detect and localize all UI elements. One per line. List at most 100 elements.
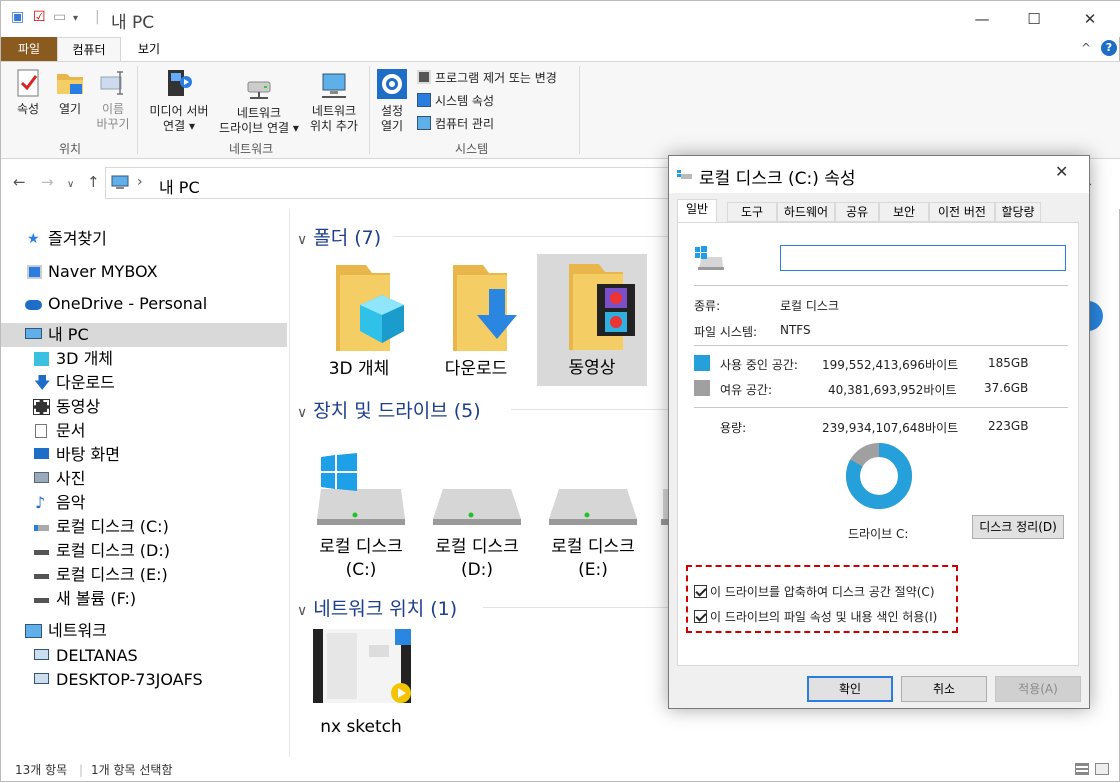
folder-downloads[interactable]: 다운로드 bbox=[421, 255, 531, 385]
nav-item-desktop[interactable]: 바탕 화면 bbox=[1, 443, 287, 467]
type-label: 종류: bbox=[694, 299, 721, 313]
drive-c[interactable]: 로컬 디스크 (C:) bbox=[306, 453, 416, 582]
computer-icon bbox=[111, 175, 129, 189]
pane-splitter[interactable] bbox=[289, 209, 290, 757]
map-network-drive-button[interactable]: 네트워크 드라이브 연결 ▾ bbox=[215, 78, 303, 136]
system-properties-label: 시스템 속성 bbox=[435, 94, 495, 108]
dialog-tab-sharing[interactable]: 공유 bbox=[835, 202, 879, 222]
drive-icon bbox=[34, 574, 49, 579]
rename-button[interactable]: 이름 바꾸기 bbox=[91, 68, 135, 132]
picture-icon bbox=[34, 472, 49, 483]
tab-computer[interactable]: 컴퓨터 bbox=[57, 37, 121, 62]
drive-letter-label: 드라이브 C: bbox=[848, 527, 909, 541]
nav-item-drive-f[interactable]: 새 볼륨 (F:) bbox=[1, 587, 287, 611]
recent-locations-chevron-icon[interactable]: ∨ bbox=[67, 179, 74, 190]
drives-group-header[interactable]: ∨ 장치 및 드라이브 (5) bbox=[297, 396, 481, 423]
system-properties-icon bbox=[417, 93, 431, 107]
nav-item-3d-objects[interactable]: 3D 개체 bbox=[1, 347, 287, 371]
back-arrow-icon[interactable]: ← bbox=[13, 173, 26, 191]
nav-item-desktop-pc[interactable]: DESKTOP-73JOAFS bbox=[1, 668, 287, 692]
minimize-button[interactable]: — bbox=[959, 1, 1005, 37]
nav-item-deltanas[interactable]: DELTANAS bbox=[1, 644, 287, 668]
checkbox-checked-icon bbox=[694, 585, 707, 598]
computer-icon bbox=[34, 649, 49, 660]
up-arrow-icon[interactable]: ↑ bbox=[87, 173, 100, 191]
help-icon[interactable]: ? bbox=[1101, 40, 1117, 56]
network-item-nx-sketch[interactable]: nx sketch bbox=[305, 627, 417, 739]
star-icon: ★ bbox=[27, 231, 40, 247]
drive-d[interactable]: 로컬 디스크 (D:) bbox=[422, 453, 532, 582]
nav-item-videos[interactable]: 동영상 bbox=[1, 395, 287, 419]
used-space-bytes: 199,552,413,696바이트 bbox=[822, 358, 959, 372]
add-network-location-button[interactable]: 네트워크 위치 추가 bbox=[303, 70, 365, 134]
ok-button[interactable]: 확인 bbox=[807, 676, 893, 702]
dialog-tab-previous-versions[interactable]: 이전 버전 bbox=[929, 202, 995, 222]
maximize-button[interactable]: ☐ bbox=[1011, 1, 1057, 37]
nav-item-this-pc[interactable]: 내 PC bbox=[1, 323, 287, 347]
drive-e[interactable]: 로컬 디스크 (E:) bbox=[538, 453, 648, 582]
compress-drive-checkbox[interactable]: 이 드라이브를 압축하여 디스크 공간 절약(C) bbox=[694, 583, 935, 600]
tab-file[interactable]: 파일 bbox=[1, 37, 57, 62]
tab-view[interactable]: 보기 bbox=[121, 37, 177, 62]
nav-item-drive-d[interactable]: 로컬 디스크 (D:) bbox=[1, 539, 287, 563]
details-view-icon[interactable] bbox=[1075, 763, 1089, 775]
nav-item-onedrive[interactable]: OneDrive - Personal bbox=[1, 292, 287, 316]
free-space-size: 37.6GB bbox=[984, 381, 1029, 395]
properties-button[interactable]: 속성 bbox=[9, 68, 47, 117]
capacity-size: 223GB bbox=[988, 419, 1029, 433]
address-path[interactable]: 내 PC bbox=[159, 174, 200, 198]
drive-name-input[interactable] bbox=[780, 245, 1066, 271]
properties-dialog: 로컬 디스크 (C:) 속성 ✕ 일반 도구 하드웨어 공유 보안 이전 버전 … bbox=[668, 155, 1090, 709]
open-settings-button[interactable]: 설정 열기 bbox=[373, 68, 411, 134]
folder-label: 3D 개체 bbox=[328, 359, 390, 379]
properties-qa-icon[interactable]: ☑ bbox=[33, 9, 46, 25]
dialog-tab-security[interactable]: 보안 bbox=[879, 202, 929, 222]
dialog-tab-tools[interactable]: 도구 bbox=[727, 202, 777, 222]
network-icon bbox=[25, 624, 42, 638]
nav-item-network[interactable]: 네트워크 bbox=[1, 619, 287, 643]
forward-arrow-icon[interactable]: → bbox=[41, 173, 54, 191]
videos-folder-icon bbox=[569, 264, 635, 350]
dialog-close-icon[interactable]: ✕ bbox=[1055, 162, 1068, 181]
folder-open-icon bbox=[57, 74, 83, 94]
computer-management-button[interactable]: 컴퓨터 관리 bbox=[417, 114, 494, 134]
open-label: 열기 bbox=[58, 102, 82, 116]
collapse-ribbon-icon[interactable]: ^ bbox=[1081, 41, 1091, 55]
capacity-label: 용량: bbox=[720, 421, 747, 435]
qa-dropdown-icon[interactable]: ▾ bbox=[73, 13, 78, 24]
nav-item-favorites[interactable]: ★ 즐겨찾기 bbox=[1, 227, 287, 251]
close-button[interactable]: ✕ bbox=[1067, 1, 1113, 37]
nav-item-naver-mybox[interactable]: Naver MYBOX bbox=[1, 260, 287, 284]
video-thumbnail-icon bbox=[313, 629, 411, 703]
dialog-tab-hardware[interactable]: 하드웨어 bbox=[777, 202, 835, 222]
group-divider bbox=[483, 607, 669, 608]
apply-button[interactable]: 적용(A) bbox=[995, 676, 1081, 702]
network-item-label: nx sketch bbox=[320, 717, 402, 737]
nav-item-downloads[interactable]: 🡇 다운로드 bbox=[1, 371, 287, 395]
nav-item-drive-e[interactable]: 로컬 디스크 (E:) bbox=[1, 563, 287, 587]
open-button[interactable]: 열기 bbox=[53, 68, 87, 117]
free-space-swatch bbox=[694, 380, 710, 396]
folder-3d-objects[interactable]: 3D 개체 bbox=[304, 255, 414, 385]
nav-item-documents[interactable]: 문서 bbox=[1, 419, 287, 443]
uninstall-program-button[interactable]: 프로그램 제거 또는 변경 bbox=[417, 68, 557, 88]
large-icons-view-icon[interactable] bbox=[1095, 763, 1109, 775]
network-group-header[interactable]: ∨ 네트워크 위치 (1) bbox=[297, 594, 457, 621]
media-server-button[interactable]: 미디어 서버 연결 ▾ bbox=[141, 68, 217, 134]
dialog-tab-quota[interactable]: 할당량 bbox=[995, 202, 1041, 222]
dialog-tab-general[interactable]: 일반 bbox=[677, 199, 717, 223]
nav-item-music[interactable]: ♪ 음악 bbox=[1, 491, 287, 515]
folders-group-header[interactable]: ∨ 폴더 (7) bbox=[297, 223, 381, 250]
cancel-button[interactable]: 취소 bbox=[901, 676, 987, 702]
free-space-label: 여유 공간: bbox=[720, 383, 773, 397]
breadcrumb-chevron-icon[interactable]: › bbox=[137, 174, 143, 190]
index-drive-checkbox[interactable]: 이 드라이브의 파일 속성 및 내용 색인 허용(I) bbox=[694, 608, 937, 625]
status-separator: | bbox=[79, 763, 84, 777]
disk-cleanup-button[interactable]: 디스크 정리(D) bbox=[972, 515, 1064, 539]
group-location-label: 위치 bbox=[59, 142, 82, 156]
nav-item-drive-c[interactable]: 로컬 디스크 (C:) bbox=[1, 515, 287, 539]
nav-item-pictures[interactable]: 사진 bbox=[1, 467, 287, 491]
folder-videos[interactable]: 동영상 bbox=[537, 254, 647, 386]
system-properties-button[interactable]: 시스템 속성 bbox=[417, 91, 494, 111]
new-folder-qa-icon[interactable]: ▭ bbox=[53, 9, 66, 25]
